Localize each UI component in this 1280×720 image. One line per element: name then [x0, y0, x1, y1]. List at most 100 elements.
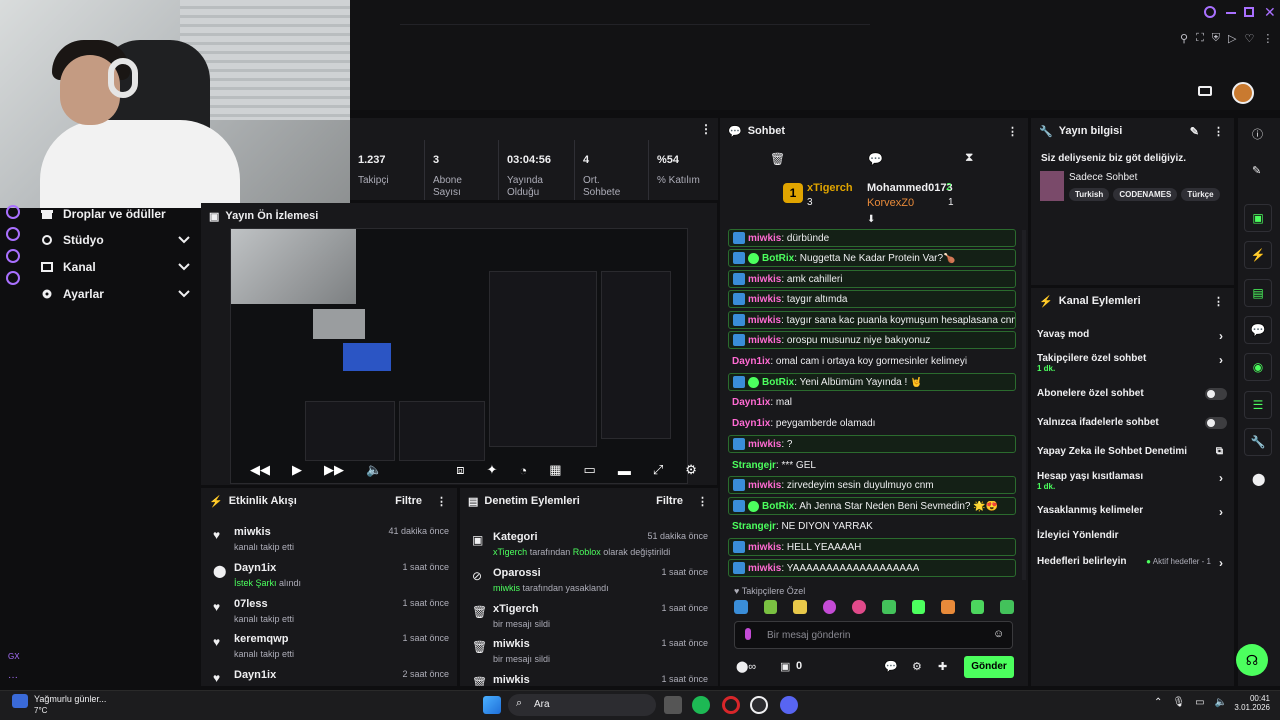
rr-broadcast-icon[interactable]: ◉ — [1244, 353, 1272, 381]
nav-settings[interactable]: Ayarlar — [40, 281, 190, 307]
moderation-row[interactable]: 🗑 xTigerch bir mesajı sildi 1 saat önce — [468, 601, 708, 637]
windows-start-icon[interactable] — [483, 696, 501, 714]
pencil-icon[interactable]: ✎ — [1252, 164, 1261, 177]
channel-action-item[interactable]: Yasaklanmış kelimeler › — [1037, 505, 1227, 529]
rewind-icon[interactable]: ◀◀ — [250, 462, 270, 478]
emote-icon[interactable] — [1000, 600, 1014, 614]
close-icon[interactable]: ✕ — [1264, 4, 1276, 21]
tag-chip[interactable]: Turkish — [1069, 188, 1110, 201]
taskbar-search[interactable]: ⌕ Ara — [508, 694, 656, 716]
emote-icon[interactable] — [881, 600, 896, 614]
volume-icon[interactable]: 🔈 — [366, 462, 382, 478]
fast-forward-icon[interactable]: ▶▶ — [324, 462, 344, 478]
task-view-icon[interactable] — [664, 696, 682, 714]
chat-message[interactable]: Strangejr: *** GEL — [728, 456, 1016, 474]
chat-message[interactable]: Dayn1ix: omal cam i ortaya koy gormesinl… — [728, 352, 1016, 370]
tray-chevron-icon[interactable]: ⌃ — [1154, 697, 1162, 708]
shield-icon[interactable]: ⛨ — [1212, 32, 1220, 46]
rr-points-icon[interactable]: ⬤ — [1252, 472, 1265, 486]
channel-action-item[interactable]: Yapay Zeka ile Sohbet Denetimi ⧉ — [1037, 446, 1227, 470]
activity-row[interactable]: ♥ keremqwp kanalı takip etti 1 saat önce — [209, 631, 449, 667]
nav-channel[interactable]: Kanal — [40, 254, 190, 280]
tray-mic-icon[interactable]: 🎙 — [1172, 697, 1185, 708]
leaderboard-first-name[interactable]: xTigerch — [807, 182, 853, 194]
chat-username[interactable]: Dayn1ix — [732, 356, 770, 367]
stream-category[interactable]: Sadece Sohbet — [1069, 172, 1137, 183]
tray-monitor-icon[interactable]: ▭ — [1195, 697, 1204, 708]
channel-actions-menu-icon[interactable]: ⋮ — [1213, 295, 1224, 308]
activity-row[interactable]: ♥ Dayn1ix 2 saat önce — [209, 667, 449, 685]
channel-action-item[interactable]: Hedefleri belirleyin ● Aktif hedefler - 1… — [1037, 556, 1227, 580]
chat-username[interactable]: miwkis — [748, 274, 781, 285]
obs-icon[interactable] — [750, 696, 768, 714]
chat-message[interactable]: BotRix: Yeni Albümüm Yayında ! 🤘 — [728, 373, 1016, 391]
rail-more-icon[interactable]: ··· — [8, 672, 18, 683]
chat-message[interactable]: miwkis: orospu musunuz niye bakıyonuz — [728, 331, 1016, 349]
chat-username[interactable]: miwkis — [748, 480, 781, 491]
crop-icon[interactable]: ⧈ — [456, 462, 464, 478]
emote-icon[interactable] — [822, 600, 837, 614]
channel-action-item[interactable]: Abonelere özel sohbet — [1037, 388, 1227, 412]
chat-username[interactable]: miwkis — [748, 315, 781, 326]
chat-username[interactable]: Strangejr — [732, 521, 776, 532]
channel-action-item[interactable]: İzleyici Yönlendir — [1037, 530, 1227, 554]
stream-preview-video[interactable] — [230, 228, 688, 484]
leaderboard-third-name[interactable]: KorvexZ0 — [867, 197, 914, 209]
pip-icon[interactable]: ▭ — [584, 462, 596, 478]
moderation-row[interactable]: ⊘ Oparossi miwkis tarafından yasaklandı … — [468, 565, 708, 601]
browser-search-icon[interactable] — [1204, 6, 1216, 18]
spotify-icon[interactable] — [692, 696, 710, 714]
rail-settings-icon[interactable] — [6, 271, 20, 285]
minimize-icon[interactable] — [1226, 12, 1236, 14]
emote-icon[interactable] — [852, 600, 866, 614]
chat-message[interactable]: BotRix: Ah Jenna Star Neden Beni Sevmedi… — [728, 497, 1016, 515]
channel-action-item[interactable]: Yavaş mod › — [1037, 329, 1227, 353]
activity-row[interactable]: ⬤ Dayn1ix İstek Şarkı alındı 1 saat önce — [209, 560, 449, 596]
rr-document-icon[interactable]: ▤ — [1244, 279, 1272, 307]
chat-bubble-small-icon[interactable]: 💬 — [868, 152, 883, 166]
rr-preview-icon[interactable]: ▣ — [1244, 204, 1272, 232]
sparkle-icon[interactable]: ✦ — [486, 462, 497, 478]
points-icon[interactable]: ⬤∞ — [736, 660, 756, 673]
maximize-icon[interactable] — [1244, 7, 1254, 17]
gift-box-icon[interactable]: ▣ — [780, 660, 790, 673]
rr-chat-icon[interactable]: 💬 — [1244, 316, 1272, 344]
avatar[interactable] — [1232, 82, 1254, 104]
menu-icon[interactable]: ⋮ — [1262, 32, 1273, 46]
tag-chip[interactable]: CODENAMES — [1113, 188, 1178, 201]
weather-title[interactable]: Yağmurlu günler... — [34, 694, 106, 704]
emote-icon[interactable] — [941, 600, 955, 614]
rail-tag-icon[interactable] — [6, 249, 20, 263]
theater-icon[interactable]: ▬ — [618, 463, 631, 478]
play-icon[interactable]: ▶ — [292, 462, 302, 478]
toggle-switch[interactable] — [1205, 388, 1227, 400]
moderation-row[interactable]: 🗑 miwkis 1 saat önce — [468, 672, 708, 686]
stream-info-menu-icon[interactable]: ⋮ — [1213, 125, 1224, 138]
chat-username[interactable]: miwkis — [748, 563, 781, 574]
channel-action-item[interactable]: Takipçilere özel sohbet 1 dk. › — [1037, 353, 1227, 377]
chat-username[interactable]: miwkis — [748, 542, 781, 553]
rail-history-icon[interactable] — [6, 227, 20, 241]
studio-toggle-icon[interactable] — [1198, 86, 1212, 96]
leaderboard-second-name[interactable]: Mohammed0173 — [867, 182, 953, 194]
chat-username[interactable]: BotRix — [762, 501, 794, 512]
emote-icon[interactable] — [763, 600, 778, 614]
chat-message[interactable]: miwkis: YAAAAAAAAAAAAAAAAAAA — [728, 559, 1016, 577]
chat-message[interactable]: BotRix: Nuggetta Ne Kadar Protein Var?🍗 — [728, 249, 1016, 267]
chat-scrollbar[interactable] — [1022, 230, 1026, 580]
rr-bolt-icon[interactable]: ⚡ — [1244, 241, 1272, 269]
rail-drops-icon[interactable] — [6, 205, 20, 219]
moderation-row[interactable]: 🗑 miwkis bir mesajı sildi 1 saat önce — [468, 636, 708, 672]
activity-row[interactable]: ♥ 07less kanalı takip etti 1 saat önce — [209, 596, 449, 632]
play-icon[interactable]: ▷ — [1228, 32, 1236, 46]
tag-chip[interactable]: Türkçe — [1181, 188, 1220, 201]
chat-username[interactable]: Dayn1ix — [732, 418, 770, 429]
moderation-filter-button[interactable]: Filtre — [656, 495, 683, 507]
chat-message[interactable]: Dayn1ix: peygamberde olamadı — [728, 414, 1016, 432]
chat-message[interactable]: miwkis: ? — [728, 435, 1016, 453]
chat-username[interactable]: miwkis — [748, 439, 781, 450]
emote-icon[interactable] — [793, 600, 807, 614]
moderation-menu-icon[interactable]: ⋮ — [697, 495, 708, 508]
speed-icon[interactable]: ◔ — [519, 463, 527, 478]
chat-message[interactable]: miwkis: taygır sana kac puanla koymuşum … — [728, 311, 1016, 329]
